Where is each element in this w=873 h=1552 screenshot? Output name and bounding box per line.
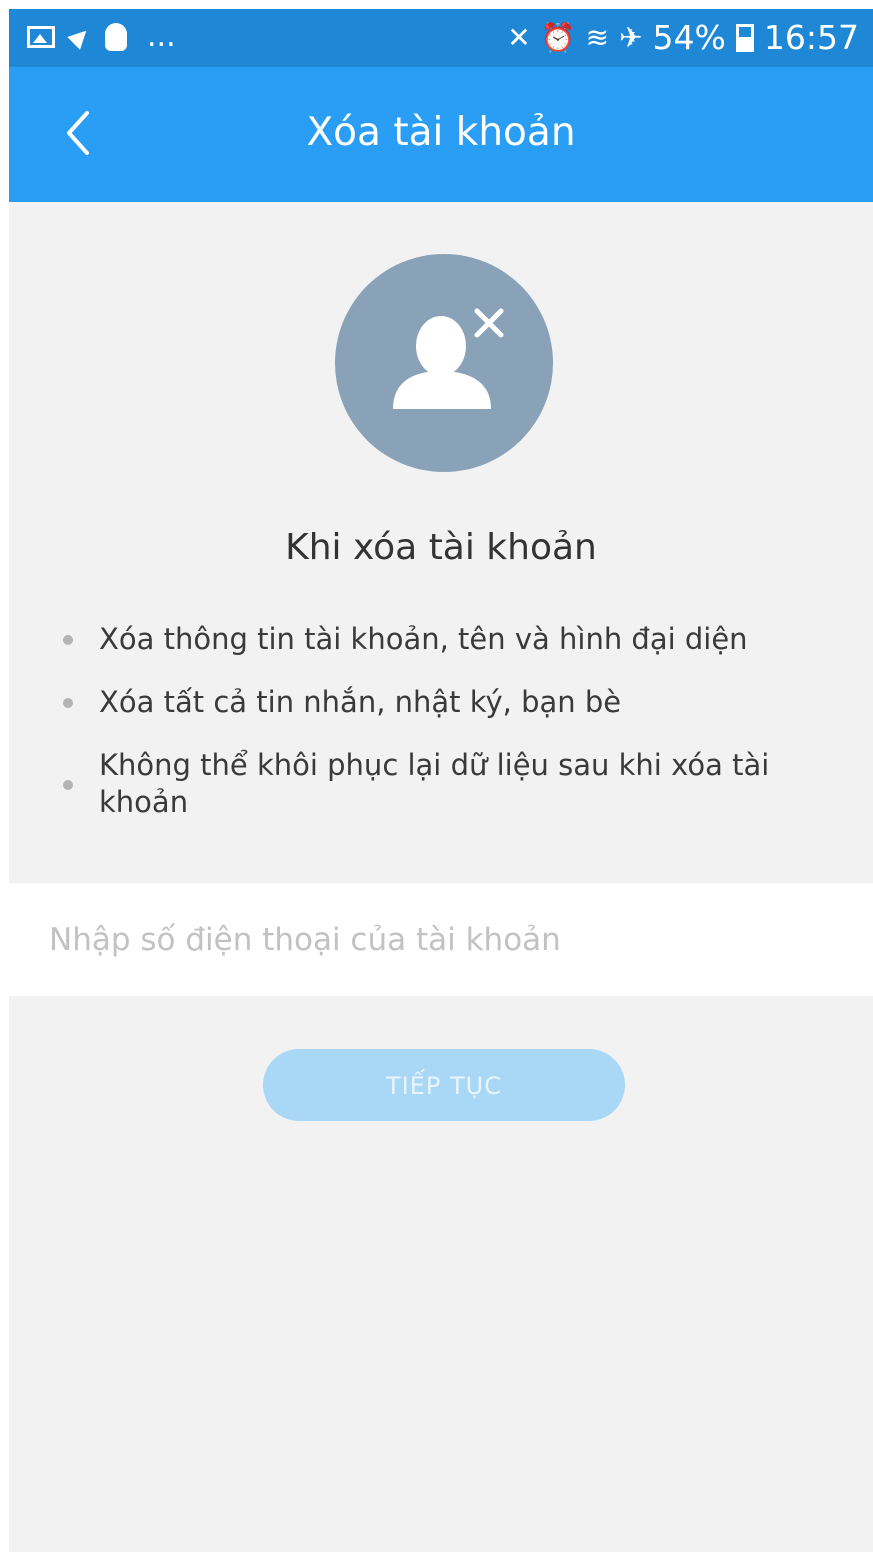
status-more: ... bbox=[147, 19, 176, 54]
bullet-icon bbox=[63, 780, 73, 790]
status-bar-right: ✕ ⏰ ≋ ✈ 54% 16:57 bbox=[507, 17, 859, 59]
alarm-icon: ⏰ bbox=[540, 21, 576, 54]
bullet-icon bbox=[63, 635, 73, 645]
airplane-icon: ✈ bbox=[619, 21, 643, 54]
continue-button[interactable]: TIẾP TỤC bbox=[263, 1049, 625, 1121]
navigation-icon bbox=[67, 24, 93, 50]
status-bar: ... ✕ ⏰ ≋ ✈ 54% 16:57 bbox=[9, 9, 873, 67]
gallery-icon bbox=[27, 26, 55, 48]
battery-percent: 54% bbox=[652, 18, 726, 57]
list-item-text: Xóa tất cả tin nhắn, nhật ký, bạn bè bbox=[99, 685, 622, 719]
avatar bbox=[335, 254, 553, 472]
bulb-icon bbox=[105, 23, 127, 51]
bullet-icon bbox=[63, 698, 73, 708]
list-item: Xóa thông tin tài khoản, tên và hình đại… bbox=[59, 621, 819, 658]
app-bar: Xóa tài khoản bbox=[9, 67, 873, 202]
status-bar-left: ... bbox=[27, 19, 176, 54]
list-item: Xóa tất cả tin nhắn, nhật ký, bạn bè bbox=[59, 684, 819, 721]
status-time: 16:57 bbox=[763, 18, 859, 57]
user-remove-icon bbox=[393, 308, 504, 409]
wifi-icon: ≋ bbox=[585, 21, 610, 54]
consequence-list: Xóa thông tin tài khoản, tên và hình đại… bbox=[59, 621, 819, 847]
list-item-text: Không thể khôi phục lại dữ liệu sau khi … bbox=[99, 748, 770, 819]
section-title: Khi xóa tài khoản bbox=[285, 527, 597, 568]
page-title: Xóa tài khoản bbox=[306, 110, 576, 155]
phone-number-input[interactable] bbox=[47, 909, 831, 971]
battery-icon bbox=[735, 24, 754, 52]
phone-input-row bbox=[9, 883, 873, 996]
app-screen: ... ✕ ⏰ ≋ ✈ 54% 16:57 Xóa tài khoản Khi … bbox=[9, 9, 873, 1552]
list-item: Không thể khôi phục lại dữ liệu sau khi … bbox=[59, 747, 819, 821]
list-item-text: Xóa thông tin tài khoản, tên và hình đại… bbox=[99, 622, 748, 656]
mute-icon: ✕ bbox=[507, 21, 531, 54]
